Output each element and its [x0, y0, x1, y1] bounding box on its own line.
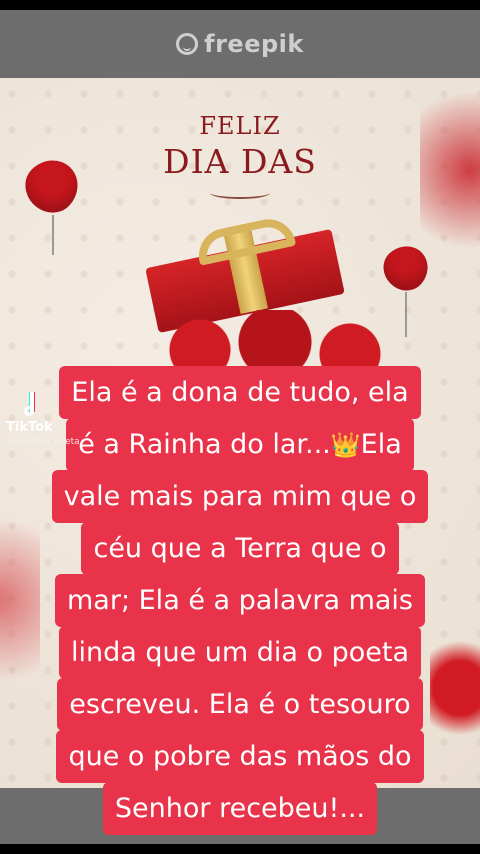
crown-icon: 👑 [330, 431, 361, 459]
caption-line: vale mais para mim que o [51, 470, 429, 523]
flourish-ornament [210, 187, 270, 199]
tiktok-username: @zezinho_poeta [6, 437, 80, 447]
caption-line: Senhor recebeu!... [102, 782, 378, 835]
heading-line-1: FELIZ [199, 112, 281, 140]
card-heading: FELIZ DIA DAS [0, 112, 480, 199]
heading-line-2: DIA DAS [163, 142, 317, 181]
tiktok-watermark: TikTok @zezinho_poeta [6, 392, 126, 447]
caption-line: escreveu. Ela é o tesouro [57, 678, 423, 731]
caption-line: céu que a Terra que o [81, 522, 399, 575]
tiktok-label: TikTok [6, 420, 53, 435]
tiktok-logo-icon [24, 392, 42, 418]
balloon-string [52, 215, 54, 255]
freepik-logo-icon [176, 33, 199, 55]
caption-line: que o pobre das mãos do [56, 730, 424, 783]
watermark-text: freepik [204, 30, 304, 58]
caption-line-tail: Ela [360, 429, 402, 460]
watermark-bar: freepik [0, 10, 480, 78]
caption-line: mar; Ela é a palavra mais [55, 574, 425, 627]
caption-line: linda que um dia o poeta [58, 626, 422, 679]
